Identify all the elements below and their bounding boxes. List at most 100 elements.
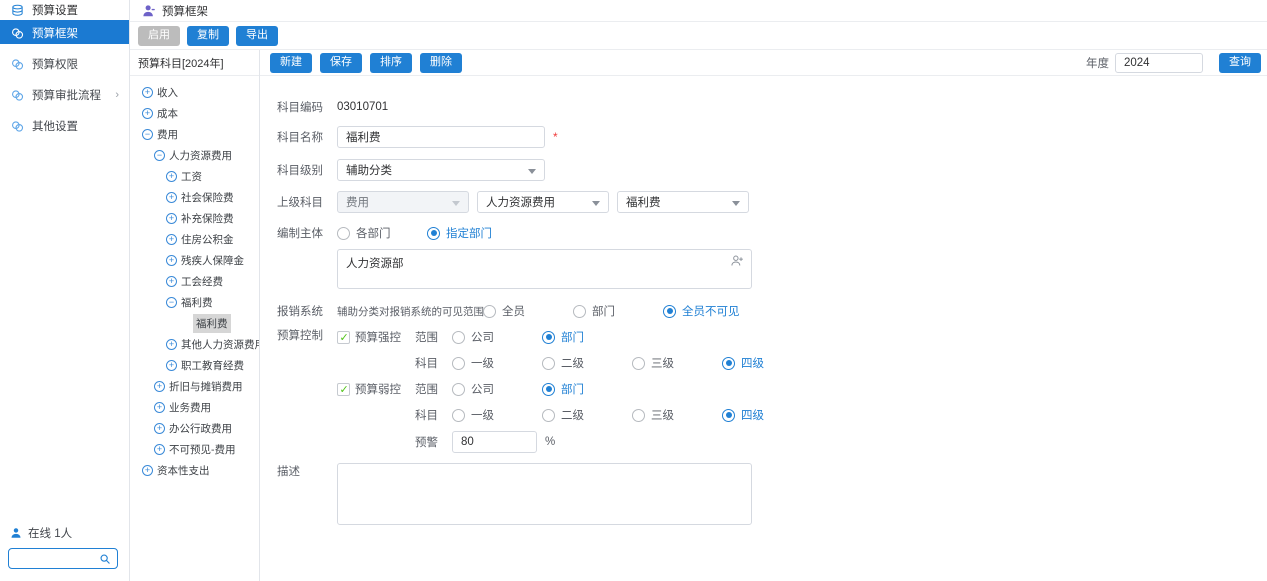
year-input[interactable] [1115,53,1203,73]
expand-icon[interactable]: + [166,360,177,371]
expand-icon[interactable]: + [154,444,165,455]
tree-node[interactable]: + 其他人力资源费用 [130,334,259,355]
tree-node[interactable]: + 工会经费 [130,271,259,292]
radio-label[interactable]: 各部门 [356,225,391,241]
radio-label[interactable]: 三级 [651,355,674,371]
radio-icon[interactable] [483,305,496,318]
expand-icon[interactable]: + [154,423,165,434]
sidebar-item-other-settings[interactable]: 其他设置 [0,115,129,137]
checkbox-label[interactable]: 预算强控 [355,329,401,345]
checkbox-icon[interactable] [337,331,350,344]
parent-level2-select[interactable]: 人力资源费用 [477,191,609,213]
radio-label[interactable]: 公司 [471,329,494,345]
expand-icon[interactable]: + [142,465,153,476]
tree-node[interactable]: +不可预见-费用 [130,439,259,460]
checkbox-label[interactable]: 预算弱控 [355,381,401,397]
radio-label[interactable]: 全员不可见 [682,303,740,319]
warning-threshold-input[interactable] [452,431,537,453]
save-button[interactable]: 保存 [320,53,362,73]
search-input[interactable] [9,550,99,567]
radio-label[interactable]: 二级 [561,355,584,371]
radio-label[interactable]: 一级 [471,355,494,371]
subject-name-input[interactable] [337,126,545,148]
tree-node[interactable]: + 职工教育经费 [130,355,259,376]
tree-node[interactable]: −费用 [130,124,259,145]
tree-node[interactable]: + 社会保险费 [130,187,259,208]
expand-icon[interactable]: + [166,192,177,203]
department-textarea[interactable]: 人力资源部 [337,249,752,289]
radio-icon[interactable] [542,409,555,422]
radio-icon[interactable] [452,409,465,422]
tree-node-label[interactable]: 资本性支出 [157,463,210,478]
tree-node-label[interactable]: 成本 [157,106,178,121]
expand-icon[interactable]: + [166,276,177,287]
new-button[interactable]: 新建 [270,53,312,73]
tree-node-label[interactable]: 职工教育经费 [181,358,244,373]
radio-label[interactable]: 指定部门 [446,225,492,241]
radio-label[interactable]: 全员 [502,303,525,319]
collapse-icon[interactable]: − [142,129,153,140]
subject-level-select[interactable]: 辅助分类 [337,159,545,181]
parent-level3-select[interactable]: 福利费 [617,191,749,213]
expand-icon[interactable]: + [142,108,153,119]
radio-icon[interactable] [452,357,465,370]
radio-label[interactable]: 四级 [741,407,764,423]
tree-node[interactable]: + 残疾人保障金 [130,250,259,271]
tree-node-label[interactable]: 福利费 [181,295,213,310]
radio-icon[interactable] [663,305,676,318]
radio-label[interactable]: 一级 [471,407,494,423]
radio-label[interactable]: 部门 [561,329,584,345]
tree-node[interactable]: +收入 [130,82,259,103]
radio-icon[interactable] [632,357,645,370]
tree-node-label[interactable]: 收入 [157,85,178,100]
sidebar-item-budget-approval-flow[interactable]: 预算审批流程› [0,84,129,106]
parent-level1-select[interactable]: 费用 [337,191,469,213]
delete-button[interactable]: 删除 [420,53,462,73]
tree-node-label[interactable]: 工会经费 [181,274,223,289]
collapse-icon[interactable]: − [154,150,165,161]
tree-node[interactable]: +工资 [130,166,259,187]
tree-node-label[interactable]: 福利费 [193,314,231,333]
radio-icon[interactable] [337,227,350,240]
radio-label[interactable]: 部门 [592,303,615,319]
collapse-icon[interactable]: − [166,297,177,308]
radio-label[interactable]: 二级 [561,407,584,423]
tree-node[interactable]: + 成本 [130,103,259,124]
radio-label[interactable]: 部门 [561,381,584,397]
radio-icon[interactable] [542,383,555,396]
query-button[interactable]: 查询 [1219,53,1261,73]
tree-node[interactable]: +业务费用 [130,397,259,418]
radio-label[interactable]: 三级 [651,407,674,423]
checkbox-icon[interactable] [337,383,350,396]
tree-node[interactable]: + 办公行政费用 [130,418,259,439]
tree-node-label[interactable]: 业务费用 [169,400,211,415]
tree-node-label[interactable]: 折旧与摊销费用 [169,379,243,394]
tree-node-label[interactable]: 工资 [181,169,202,184]
tree-node-label[interactable]: 社会保险费 [181,190,234,205]
expand-icon[interactable]: + [166,255,177,266]
tree-node-label[interactable]: 费用 [157,127,178,142]
tree-node-label[interactable]: 其他人力资源费用 [181,337,260,352]
export-button[interactable]: 导出 [236,26,278,46]
sidebar-header-budget-settings[interactable]: 预算设置 [0,0,129,22]
sidebar-item-budget-framework[interactable]: 预算框架 [0,22,129,44]
description-textarea[interactable] [337,463,752,525]
sort-button[interactable]: 排序 [370,53,412,73]
tree-node[interactable]: −福利费 [130,292,259,313]
expand-icon[interactable]: + [166,213,177,224]
tree-node-label[interactable]: 残疾人保障金 [181,253,244,268]
radio-icon[interactable] [427,227,440,240]
expand-icon[interactable]: + [166,339,177,350]
radio-label[interactable]: 公司 [471,381,494,397]
tree-node[interactable]: + 住房公积金 [130,229,259,250]
radio-icon[interactable] [452,331,465,344]
tree-node-label[interactable]: 住房公积金 [181,232,234,247]
expand-icon[interactable]: + [154,381,165,392]
radio-icon[interactable] [722,357,735,370]
copy-button[interactable]: 复制 [187,26,229,46]
tree-node[interactable]: +补充保险费 [130,208,259,229]
tree-node-label[interactable]: 办公行政费用 [169,421,232,436]
expand-icon[interactable]: + [166,234,177,245]
radio-icon[interactable] [722,409,735,422]
tree-node[interactable]: 福利费 [130,313,259,334]
